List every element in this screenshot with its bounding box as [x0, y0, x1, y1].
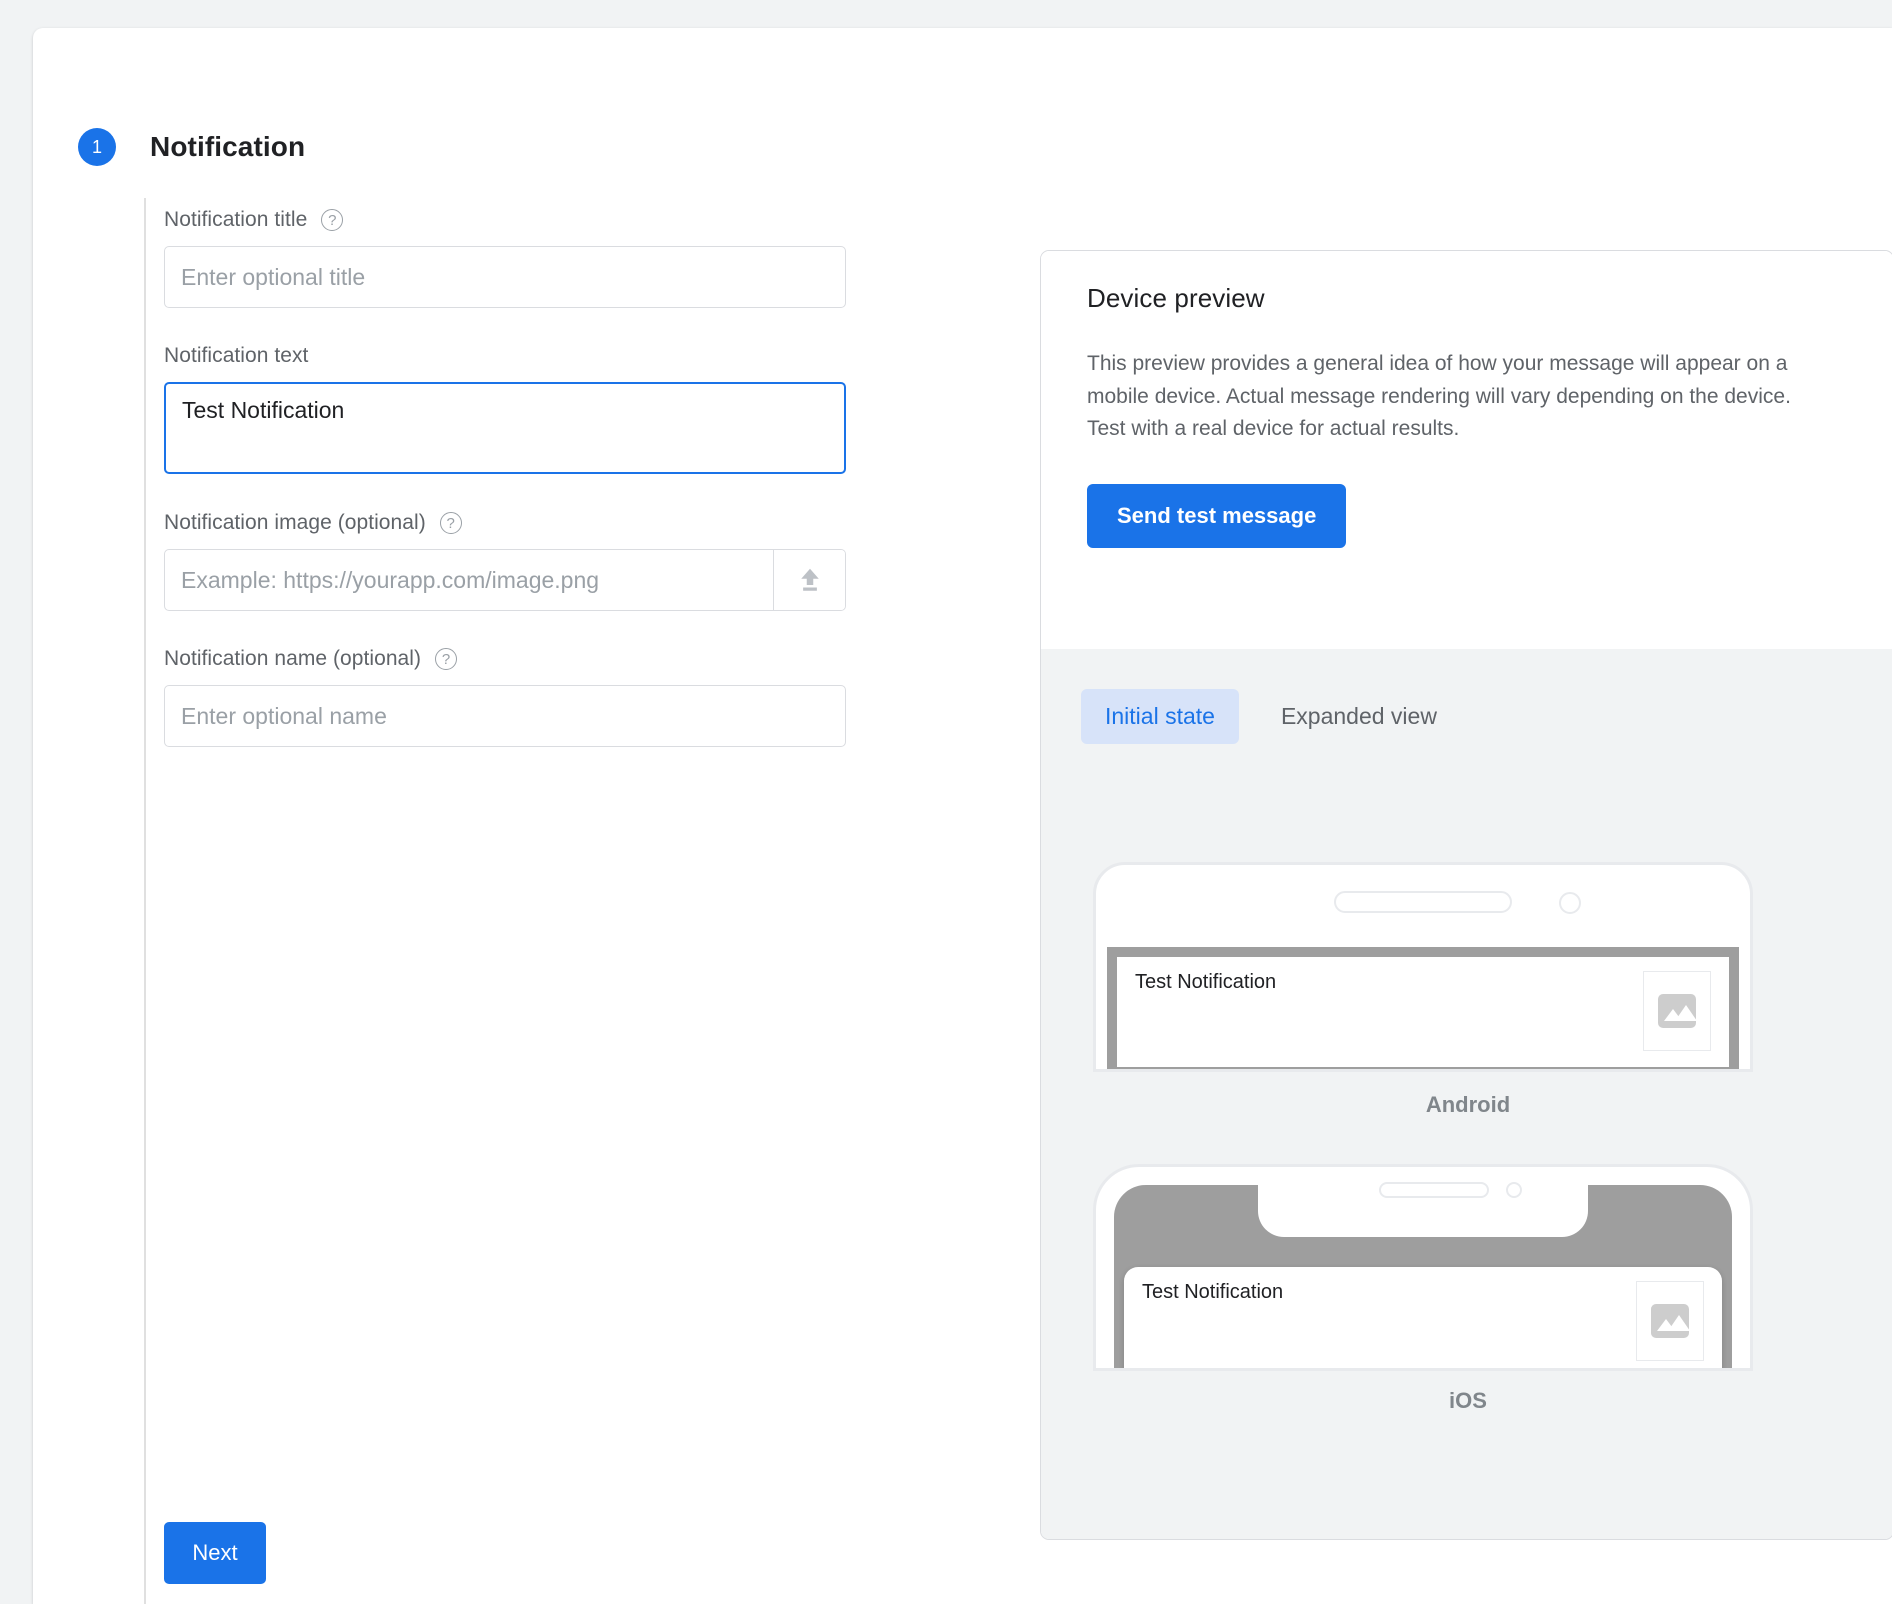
camera-icon: [1506, 1182, 1522, 1198]
help-icon[interactable]: ?: [435, 648, 458, 670]
notification-title-label: Notification title ?: [164, 208, 864, 232]
ios-device-mockup: Test Notification: [1093, 1164, 1753, 1371]
step-header: 1 Notification: [78, 128, 305, 166]
notification-title-label-text: Notification title: [164, 208, 308, 231]
speaker-icon: [1334, 891, 1512, 913]
notification-name-label-text: Notification name (optional): [164, 647, 422, 670]
image-placeholder: [1643, 971, 1711, 1051]
tab-initial-state[interactable]: Initial state: [1081, 689, 1239, 744]
upload-icon[interactable]: [773, 550, 845, 610]
send-test-message-button[interactable]: Send test message: [1087, 483, 1347, 548]
notification-image-row: [164, 549, 846, 611]
help-icon[interactable]: ?: [321, 209, 344, 231]
device-preview-body: Initial state Expanded view Test Notific…: [1041, 649, 1892, 1539]
notification-image-input[interactable]: [165, 550, 773, 610]
step-number-badge: 1: [78, 128, 116, 166]
next-button[interactable]: Next: [164, 1522, 266, 1584]
page-title: Notification: [150, 131, 306, 162]
notification-name-label: Notification name (optional) ?: [164, 647, 864, 671]
stepper-connector-line: [144, 198, 146, 1604]
ios-notification-text: Test Notification: [1142, 1281, 1284, 1303]
field-notification-image: Notification image (optional) ?: [164, 511, 864, 611]
notification-name-input[interactable]: [164, 685, 846, 747]
notification-image-label-text: Notification image (optional): [164, 511, 426, 534]
notification-text-label: Notification text: [164, 344, 864, 368]
device-preview-header: Device preview This preview provides a g…: [1041, 251, 1892, 649]
camera-icon: [1559, 892, 1581, 914]
image-icon: [1651, 1304, 1689, 1338]
notification-text-input[interactable]: [164, 382, 846, 474]
tab-expanded-view[interactable]: Expanded view: [1257, 689, 1461, 744]
help-icon[interactable]: ?: [439, 512, 462, 534]
notification-text-label-text: Notification text: [164, 344, 309, 367]
device-preview-panel: Device preview This preview provides a g…: [1040, 250, 1892, 1540]
image-icon: [1658, 994, 1696, 1028]
preview-state-tabs: Initial state Expanded view: [1041, 689, 1892, 744]
notification-form: Notification title ? Notification text N…: [164, 208, 864, 747]
device-preview-title: Device preview: [1087, 283, 1265, 313]
image-placeholder: [1636, 1281, 1704, 1361]
field-notification-title: Notification title ?: [164, 208, 864, 308]
notification-image-label: Notification image (optional) ?: [164, 511, 864, 535]
android-device-label: Android: [1425, 1092, 1511, 1117]
ios-device-label: iOS: [1449, 1388, 1487, 1413]
page-root: 1 Notification Notification title ? Noti…: [0, 0, 1892, 1604]
android-device-mockup: Test Notification: [1093, 862, 1753, 1072]
speaker-icon: [1379, 1182, 1489, 1198]
ios-notification-card: Test Notification: [1124, 1267, 1722, 1368]
device-preview-description: This preview provides a general idea of …: [1087, 352, 1791, 441]
notification-composer-card: 1 Notification Notification title ? Noti…: [33, 28, 1892, 1604]
android-notification-text: Test Notification: [1135, 971, 1277, 993]
field-notification-name: Notification name (optional) ?: [164, 647, 864, 747]
field-notification-text: Notification text: [164, 344, 864, 479]
android-notification-card: Test Notification: [1107, 947, 1739, 1069]
notification-title-input[interactable]: [164, 246, 846, 308]
